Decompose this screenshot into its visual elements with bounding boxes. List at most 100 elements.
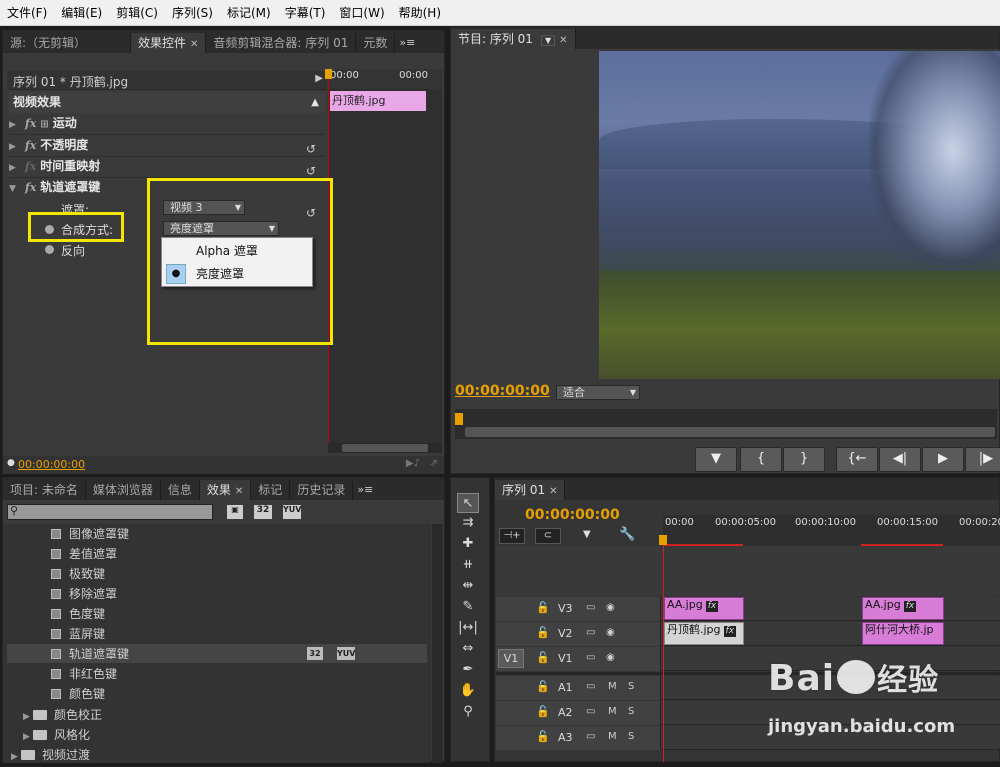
- effects-search-input[interactable]: ⚲: [7, 504, 213, 520]
- eye-icon[interactable]: ◉: [606, 627, 615, 638]
- lock-icon[interactable]: 🔓: [536, 651, 550, 664]
- new-bin-icon[interactable]: ▣: [227, 505, 243, 519]
- step-forward-button[interactable]: |▶: [965, 447, 1000, 472]
- panel-menu-icon[interactable]: »≡: [395, 33, 419, 53]
- expand-triangle-icon[interactable]: ▶: [23, 727, 33, 747]
- fx-icon[interactable]: fx: [25, 117, 36, 130]
- menu-clip[interactable]: 剪辑(C): [109, 4, 165, 21]
- expand-triangle-icon[interactable]: ▶: [23, 707, 33, 727]
- list-item[interactable]: 颜色键: [7, 684, 427, 704]
- lock-icon[interactable]: 🔓: [536, 680, 550, 693]
- list-item[interactable]: 差值遮罩: [7, 544, 427, 564]
- add-marker-icon[interactable]: ▼: [583, 529, 591, 540]
- lock-icon[interactable]: 🔓: [536, 705, 550, 718]
- expand-triangle-icon[interactable]: ▶: [9, 158, 19, 179]
- close-icon[interactable]: ✕: [559, 35, 567, 46]
- collapse-icon[interactable]: ▲: [311, 92, 319, 113]
- add-marker-button[interactable]: ▼: [695, 447, 737, 472]
- mute-toggle[interactable]: M: [608, 681, 617, 692]
- menu-help[interactable]: 帮助(H): [392, 4, 448, 21]
- program-scrub-bar[interactable]: [455, 409, 997, 439]
- solo-toggle[interactable]: S: [628, 681, 634, 692]
- timeline-timecode[interactable]: 00:00:00:00: [525, 507, 620, 523]
- list-item-selected[interactable]: 轨道遮罩键 32 YUV: [7, 644, 427, 664]
- close-icon[interactable]: ✕: [190, 39, 198, 50]
- list-item[interactable]: 色度键: [7, 604, 427, 624]
- mark-in-button[interactable]: {: [740, 447, 782, 472]
- tab-history[interactable]: 历史记录: [290, 480, 354, 500]
- rate-stretch-tool-icon[interactable]: ⇹: [457, 576, 479, 596]
- lock-icon[interactable]: 🔓: [536, 730, 550, 743]
- solo-toggle[interactable]: S: [628, 731, 634, 742]
- selection-tool-icon[interactable]: ↖: [457, 493, 479, 513]
- list-item[interactable]: 图像遮罩键: [7, 524, 427, 544]
- scrollbar-thumb[interactable]: [342, 444, 428, 452]
- play-button[interactable]: ▶: [922, 447, 964, 472]
- fx-icon[interactable]: fx: [25, 181, 36, 194]
- slide-tool-icon[interactable]: ⇔: [457, 639, 479, 659]
- expand-triangle-icon[interactable]: ▶: [9, 115, 19, 136]
- tab-sequence[interactable]: 序列 01 ✕: [495, 480, 566, 500]
- ec-clip[interactable]: 丹顶鹤.jpg: [330, 91, 426, 111]
- eye-icon[interactable]: ◉: [606, 652, 615, 663]
- folder-item[interactable]: ▶ 颜色校正: [7, 705, 427, 725]
- accelerated-32-icon[interactable]: 32: [254, 505, 272, 519]
- reset-icon[interactable]: ↺: [306, 142, 316, 156]
- film-icon[interactable]: ▭: [586, 681, 595, 692]
- lock-icon[interactable]: 🔓: [536, 601, 550, 614]
- effect-row-opacity[interactable]: ▶ fx 不透明度: [9, 135, 88, 156]
- menu-window[interactable]: 窗口(W): [332, 4, 391, 21]
- menu-edit[interactable]: 编辑(E): [54, 4, 109, 21]
- share-icon[interactable]: ⇗: [430, 458, 438, 469]
- pen-tool-icon[interactable]: ✒: [457, 660, 479, 680]
- tab-markers[interactable]: 标记: [251, 480, 291, 500]
- effect-row-track-matte[interactable]: ▼ fx 轨道遮罩键: [9, 177, 100, 198]
- menu-marker[interactable]: 标记(M): [220, 4, 278, 21]
- tab-project[interactable]: 项目: 未命名: [3, 480, 86, 500]
- track-select-tool-icon[interactable]: ⇉: [457, 513, 479, 533]
- wrench-icon[interactable]: 🔧: [619, 527, 635, 542]
- timeline-clip[interactable]: 阿什河大桥.jp: [862, 622, 944, 645]
- rolling-edit-tool-icon[interactable]: ⧺: [457, 555, 479, 575]
- timeline-clip[interactable]: 丹顶鹤.jpg fx: [664, 622, 744, 645]
- mark-out-button[interactable]: }: [783, 447, 825, 472]
- program-timecode[interactable]: 00:00:00:00: [455, 383, 550, 399]
- lock-icon[interactable]: 🔓: [536, 626, 550, 639]
- snap-icon[interactable]: ⊣+: [499, 528, 525, 544]
- export-icon[interactable]: ▶♪: [406, 458, 420, 469]
- menu-file[interactable]: 文件(F): [0, 4, 54, 21]
- film-icon[interactable]: ▭: [586, 706, 595, 717]
- playhead-marker-icon[interactable]: [455, 413, 463, 425]
- tab-media-browser[interactable]: 媒体浏览器: [86, 480, 161, 500]
- go-to-in-button[interactable]: {←: [836, 447, 878, 472]
- step-back-button[interactable]: ◀|: [879, 447, 921, 472]
- tab-audio-mixer[interactable]: 音频剪辑混合器: 序列 01: [206, 33, 357, 53]
- list-item[interactable]: 极致键: [7, 564, 427, 584]
- playhead-marker-icon[interactable]: [325, 69, 332, 79]
- tab-program[interactable]: 节目: 序列 01 ▼ ✕: [451, 29, 576, 49]
- collapse-triangle-icon[interactable]: ▼: [9, 179, 19, 200]
- chevron-down-icon[interactable]: ▼: [540, 35, 556, 46]
- solo-toggle[interactable]: S: [628, 706, 634, 717]
- timeline-ruler[interactable]: 00:00 00:00:05:00 00:00:10:00 00:00:15:0…: [659, 515, 1000, 547]
- mute-toggle[interactable]: M: [608, 706, 617, 717]
- play-triangle-icon[interactable]: ▶: [315, 73, 323, 84]
- close-icon[interactable]: ✕: [235, 486, 243, 497]
- reset-icon[interactable]: ↺: [306, 164, 316, 178]
- expand-triangle-icon[interactable]: ▶: [9, 137, 19, 158]
- folder-item[interactable]: ▶ 视频过渡: [7, 745, 427, 763]
- menu-title[interactable]: 字幕(T): [278, 4, 333, 21]
- source-patch-v1[interactable]: V1: [498, 649, 524, 668]
- menu-sequence[interactable]: 序列(S): [165, 4, 220, 21]
- tab-source[interactable]: 源:（无剪辑）: [3, 33, 131, 53]
- list-item[interactable]: 非红色键: [7, 664, 427, 684]
- film-icon[interactable]: ▭: [586, 602, 595, 613]
- fit-dropdown[interactable]: 适合 ▼: [556, 385, 640, 400]
- folder-item[interactable]: ▶ 风格化: [7, 725, 427, 745]
- mute-toggle[interactable]: M: [608, 731, 617, 742]
- timeline-clip[interactable]: AA.jpg fx: [664, 597, 744, 620]
- tab-info[interactable]: 信息: [161, 480, 200, 500]
- zoom-tool-icon[interactable]: ⚲: [457, 702, 479, 722]
- eye-icon[interactable]: ◉: [606, 602, 615, 613]
- tab-effects[interactable]: 效果 ✕: [199, 480, 252, 500]
